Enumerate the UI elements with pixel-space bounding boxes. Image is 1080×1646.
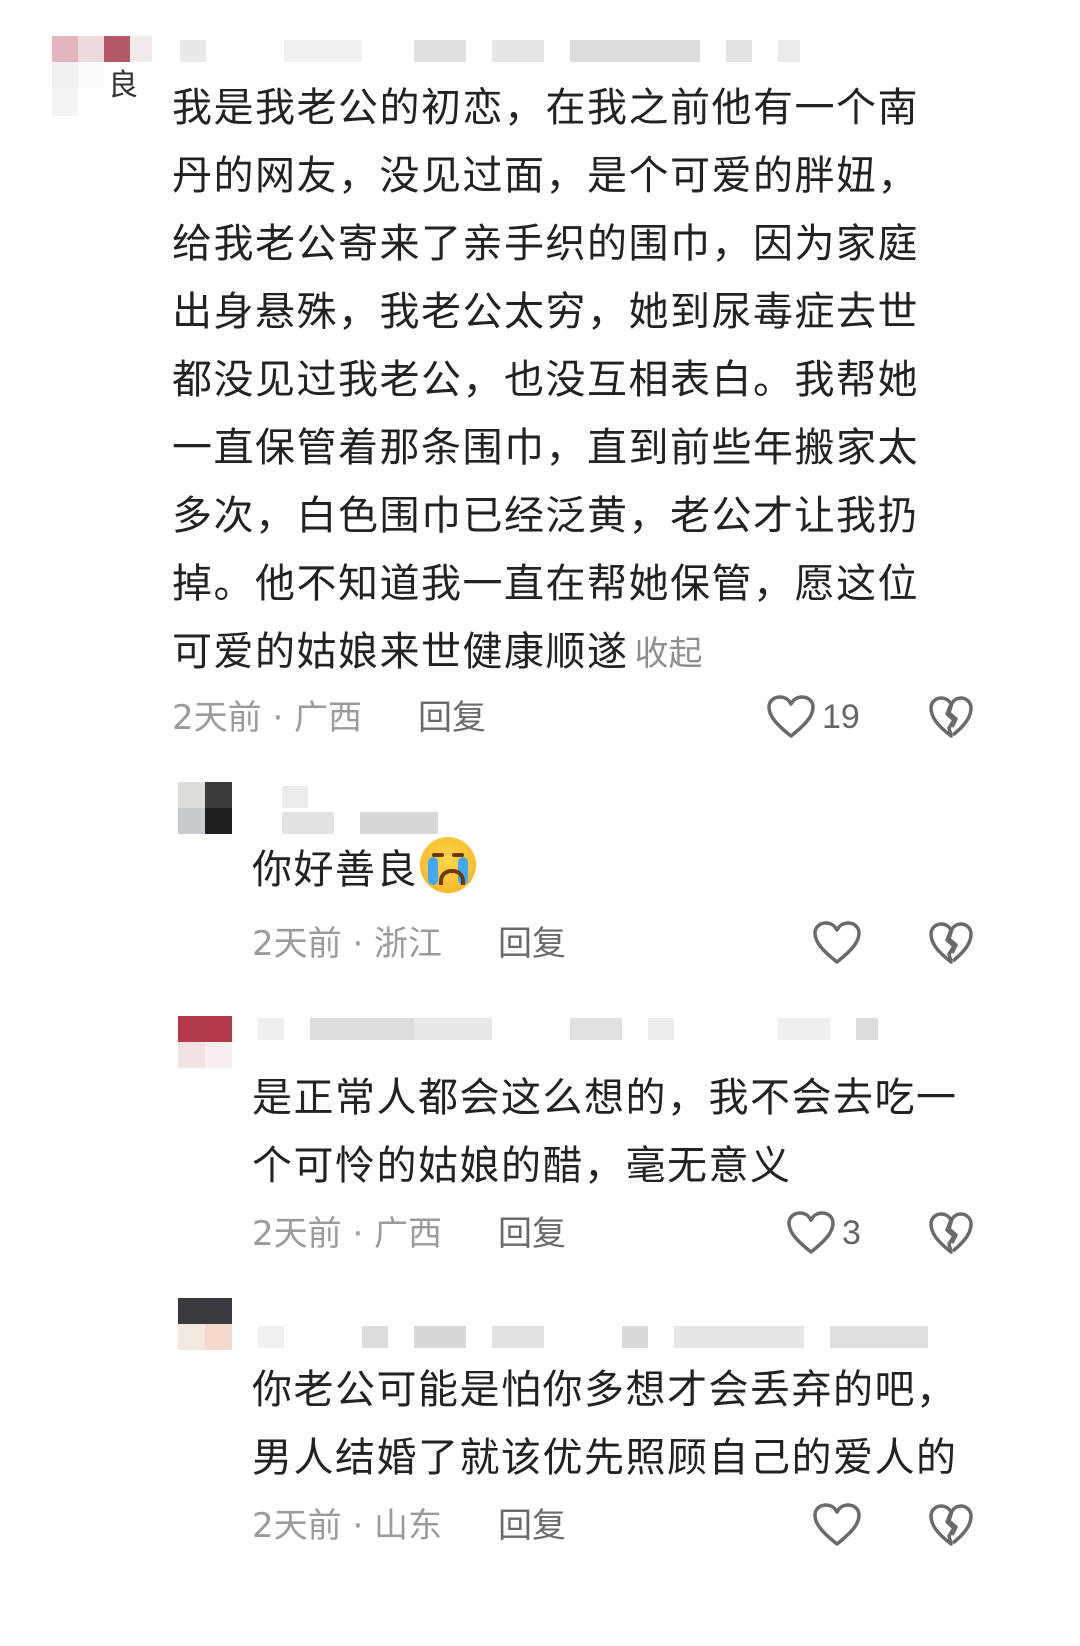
broken-heart-outline-icon <box>929 696 973 738</box>
like-button[interactable]: 3 <box>786 1208 861 1258</box>
reply-button[interactable]: 回复 <box>498 920 566 968</box>
crying-face-emoji <box>420 837 476 893</box>
heart-outline-icon <box>767 695 815 738</box>
username-blurred[interactable] <box>180 40 800 62</box>
broken-heart-outline-icon <box>929 1212 973 1254</box>
comment-text: 是正常人都会这么想的，我不会去吃一 个可怜的姑娘的醋，毫无意义 <box>252 1075 958 1189</box>
avatar-glyph: 良 <box>108 68 138 103</box>
collapse-link[interactable]: 收起 <box>635 634 703 674</box>
broken-heart-outline-icon <box>929 922 973 964</box>
username-blurred[interactable] <box>282 786 442 834</box>
dislike-button[interactable] <box>928 920 974 970</box>
reply-button[interactable]: 回复 <box>418 694 486 742</box>
dislike-button[interactable] <box>928 1210 974 1260</box>
comment-item: 良 我是我老公的初恋，在我之前他有一个南 丹的网友，没见过面，是个可爱的胖妞， … <box>0 0 1080 760</box>
time-location: 2天前 · 广西 <box>172 698 363 738</box>
dislike-button[interactable] <box>928 1502 974 1552</box>
comment-text: 我是我老公的初恋，在我之前他有一个南 丹的网友，没见过面，是个可爱的胖妞， 给我… <box>172 85 919 675</box>
comment-meta: 2天前 · 广西 回复 <box>172 694 572 742</box>
like-button[interactable] <box>812 918 868 968</box>
avatar[interactable] <box>178 782 232 834</box>
comment-text: 你老公可能是怕你多想才会丢弃的吧， 男人结婚了就该优先照顾自己的爱人的 <box>252 1367 958 1481</box>
reply-button[interactable]: 回复 <box>498 1502 566 1550</box>
heart-outline-icon <box>813 1503 861 1546</box>
time-location: 2天前 · 广西 <box>252 1214 443 1254</box>
comment-item: 你好善良 2天前 · 浙江 回复 <box>0 760 1080 990</box>
avatar[interactable] <box>178 1016 232 1068</box>
time-location: 2天前 · 山东 <box>252 1506 443 1546</box>
heart-outline-icon <box>813 921 861 964</box>
like-button[interactable]: 19 <box>766 692 860 742</box>
comment-item: 你老公可能是怕你多想才会丢弃的吧， 男人结婚了就该优先照顾自己的爱人的 2天前 … <box>0 1290 1080 1646</box>
comment-meta: 2天前 · 山东 回复 <box>252 1502 652 1550</box>
comment-meta: 2天前 · 广西 回复 <box>252 1210 652 1258</box>
time-location: 2天前 · 浙江 <box>252 924 443 964</box>
heart-outline-icon <box>787 1211 835 1254</box>
dislike-button[interactable] <box>928 694 974 744</box>
comment-meta: 2天前 · 浙江 回复 <box>252 920 652 968</box>
username-blurred[interactable] <box>258 1326 928 1348</box>
like-count: 3 <box>842 1213 861 1252</box>
username-blurred[interactable] <box>258 1018 878 1040</box>
broken-heart-outline-icon <box>929 1504 973 1546</box>
avatar[interactable] <box>178 1298 232 1350</box>
reply-button[interactable]: 回复 <box>498 1210 566 1258</box>
like-count: 19 <box>822 697 860 736</box>
avatar[interactable]: 良 <box>52 36 152 116</box>
like-button[interactable] <box>812 1500 868 1550</box>
comment-item: 是正常人都会这么想的，我不会去吃一 个可怜的姑娘的醋，毫无意义 2天前 · 广西… <box>0 990 1080 1290</box>
comment-text: 你好善良 <box>252 836 1032 904</box>
